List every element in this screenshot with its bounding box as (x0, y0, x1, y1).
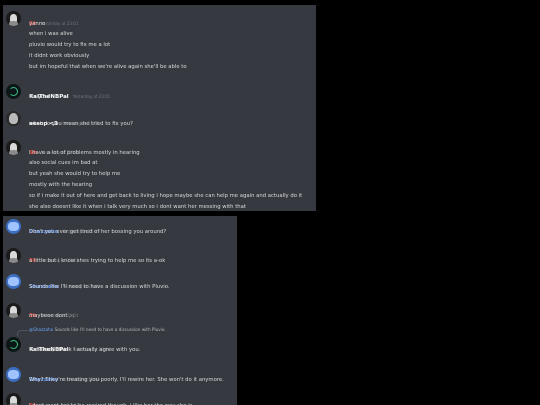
reply-preview[interactable]: @Shazzaho Sounds like I'll need to have … (29, 327, 166, 332)
message-text: Sounds like I'll need to have a discussi… (29, 283, 170, 290)
message-text: but im hopeful that when we're alive aga… (29, 63, 187, 70)
message-text: maybeee dont ;-; (29, 312, 75, 319)
message-text: a little but i know shes trying to help … (29, 257, 166, 264)
kal-avatar[interactable] (6, 84, 21, 99)
blue-avatar[interactable] (6, 274, 21, 289)
dark-avatar[interactable] (6, 140, 21, 155)
message-text: mostly with the hearing (29, 181, 93, 188)
aesop-avatar[interactable] (6, 111, 21, 126)
timestamp: Yesterday at 23:01 (40, 21, 79, 26)
blue-avatar[interactable] (6, 219, 21, 234)
message-text: Don't you ever get tired of her bossing … (29, 228, 167, 235)
dark-avatar[interactable] (6, 248, 21, 263)
chat-panel-top: Sh Yesterday at 23:01 yanno when i was aliv… (3, 5, 316, 211)
blue-avatar[interactable] (6, 367, 21, 382)
message-text: Why? They're treating you poorly. I'll r… (29, 376, 224, 383)
message-text: For once, I think I actually agree with … (29, 346, 141, 353)
dark-avatar[interactable] (6, 393, 21, 405)
message-text: pluvio would try to fix me a lot (29, 42, 111, 49)
message-text: it didnt work obviously (29, 52, 90, 59)
chat-panel-bottom: Shazzaho Yesterday at 23:03 Don't you ever… (3, 216, 237, 405)
message-text: i have a lot of problems mostly in heari… (29, 149, 140, 156)
dark-avatar[interactable] (6, 11, 21, 26)
message-text: so if i make it out of here and get back… (29, 192, 303, 199)
message-text: yanno (29, 20, 46, 27)
dark-avatar[interactable] (6, 303, 21, 318)
message-text: also social cues im bad at (29, 160, 98, 167)
reply-text: Sounds like I'll need to have a discussi… (54, 327, 166, 332)
reply-username[interactable]: @Shazzaho (29, 327, 53, 332)
message-text: but yeah she would try to help me (29, 171, 121, 178)
message-text: Fix you? (29, 93, 51, 100)
message-text: when i was alive (29, 31, 73, 38)
timestamp: Yesterday at 23:01 (72, 94, 111, 99)
message-text: what do you mean she tried to fix you? (29, 120, 133, 127)
message-text: she also doesnt like it when i talk very… (29, 203, 246, 210)
kal-avatar[interactable] (6, 337, 21, 352)
reply-spine (17, 330, 28, 336)
